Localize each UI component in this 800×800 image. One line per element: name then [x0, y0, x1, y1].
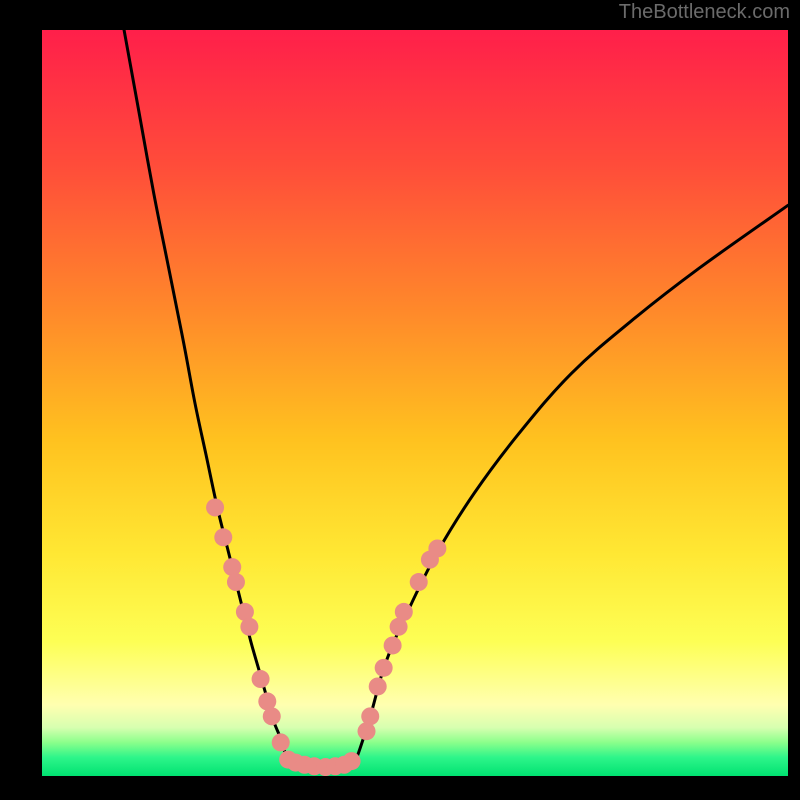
data-marker — [428, 539, 446, 557]
plot-svg — [42, 30, 788, 776]
data-marker — [214, 528, 232, 546]
plot-area — [42, 30, 788, 776]
data-marker — [410, 573, 428, 591]
data-marker — [384, 636, 402, 654]
data-marker — [263, 707, 281, 725]
data-marker — [369, 677, 387, 695]
data-marker — [343, 752, 361, 770]
data-marker — [395, 603, 413, 621]
gradient-bg — [42, 30, 788, 776]
watermark-text: TheBottleneck.com — [619, 2, 790, 22]
data-marker — [252, 670, 270, 688]
data-marker — [206, 498, 224, 516]
data-marker — [227, 573, 245, 591]
data-marker — [375, 659, 393, 677]
data-marker — [272, 733, 290, 751]
data-marker — [361, 707, 379, 725]
data-marker — [240, 618, 258, 636]
chart-frame: TheBottleneck.com — [0, 0, 800, 800]
